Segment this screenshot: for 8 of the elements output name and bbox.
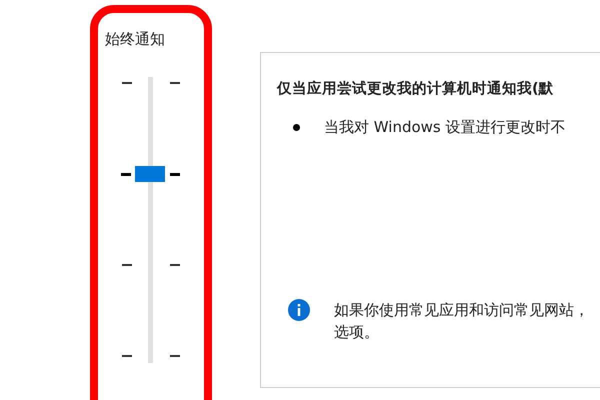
bullet-icon — [293, 124, 300, 131]
info-text: 选项。 — [334, 322, 379, 343]
info-icon — [288, 299, 310, 321]
bullet-text: 当我对 Windows 设置进行更改时不 — [324, 118, 566, 137]
info-text: 如果你使用常见应用和访问常见网站， — [334, 300, 589, 321]
slider-thumb[interactable] — [135, 166, 165, 182]
level-title: 仅当应用尝试更改我的计算机时通知我(默 — [277, 79, 554, 98]
slider-top-label: 始终通知 — [104, 29, 165, 50]
